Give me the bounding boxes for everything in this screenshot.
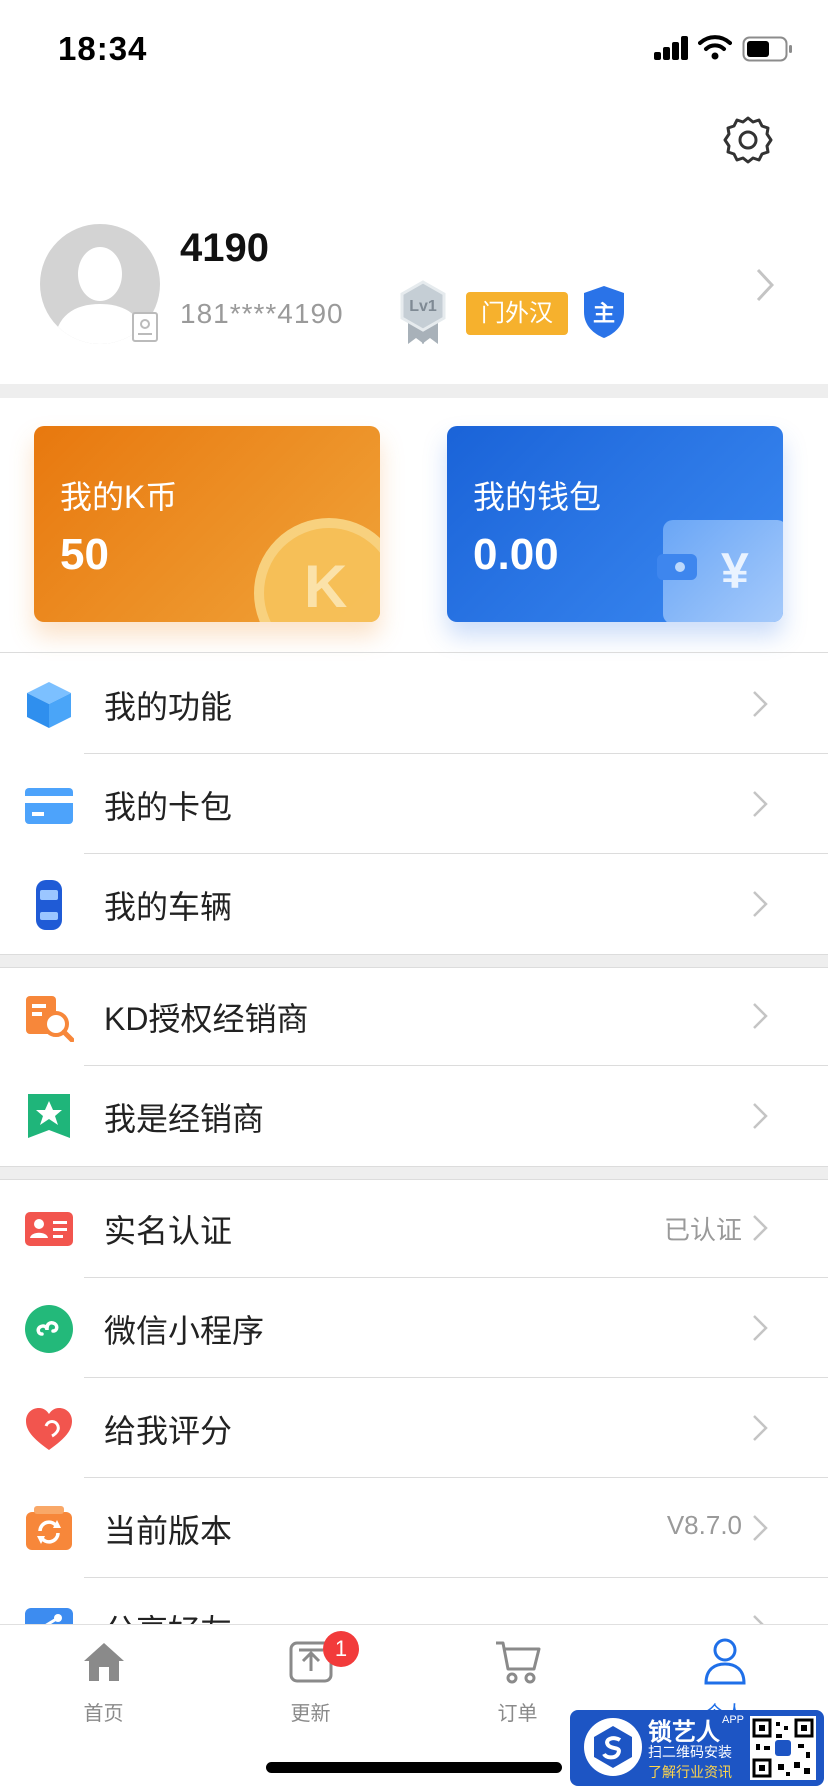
tab-label: 更新 — [290, 1703, 331, 1725]
menu-item-wechat-mini-program[interactable]: 微信小程序 — [0, 1278, 828, 1378]
star-badge-icon — [24, 1092, 74, 1142]
chevron-right-icon — [753, 1415, 768, 1441]
watermark-line1: 扫二维码安装 — [648, 1744, 732, 1760]
chevron-right-icon — [753, 1515, 768, 1541]
tab-label: 首页 — [83, 1703, 124, 1725]
chevron-right-icon — [753, 1315, 768, 1341]
menu-item-label: 我是经销商 — [104, 1101, 265, 1137]
heart-icon — [24, 1404, 74, 1454]
menu-item-share-friends[interactable]: 分享好友 — [0, 1578, 828, 1624]
refresh-icon — [24, 1504, 74, 1554]
menu-item-label: KD授权经销商 — [104, 1001, 309, 1037]
coin-icon: K — [254, 518, 380, 622]
owner-badge-text: 主 — [592, 301, 615, 326]
wallet-title: 我的钱包 — [473, 479, 602, 515]
menu-item-kd-authorized-dealer[interactable]: KD授权经销商 — [0, 966, 828, 1066]
certified-search-icon — [24, 992, 75, 1043]
watermark-logo-icon — [584, 1718, 642, 1776]
owner-shield-badge: 主 — [582, 284, 626, 340]
watermark-superscript: APP — [722, 1714, 745, 1726]
battery-icon — [742, 36, 794, 67]
chevron-right-icon — [753, 1215, 768, 1241]
mini-program-icon — [24, 1304, 74, 1354]
person-icon — [704, 1638, 746, 1685]
id-card-icon — [24, 1204, 74, 1254]
menu-item-label: 我的车辆 — [104, 889, 233, 925]
menu-item-my-functions[interactable]: 我的功能 — [0, 654, 828, 754]
chevron-right-icon — [753, 791, 768, 817]
tab-home[interactable]: 首页 — [0, 1625, 207, 1735]
card-icon — [24, 780, 74, 830]
version-number: V8.7.0 — [666, 1510, 742, 1540]
level-badge: Lv1 — [398, 280, 448, 346]
user-name: 4190 — [180, 226, 269, 270]
chevron-right-icon — [753, 891, 768, 917]
update-count-badge: 1 — [323, 1631, 359, 1667]
cart-icon — [496, 1641, 541, 1684]
menu-item-label: 实名认证 — [104, 1213, 233, 1249]
status-time: 18:34 — [58, 30, 148, 67]
car-icon — [24, 880, 74, 930]
menu-item-i-am-dealer[interactable]: 我是经销商 — [0, 1066, 828, 1166]
watermark-banner: 锁艺人 APP 扫二维码安装 了解行业资讯 — [570, 1710, 824, 1786]
menu-item-current-version[interactable]: 当前版本 V8.7.0 — [0, 1478, 828, 1578]
wallet-card[interactable]: 我的钱包 0.00 ¥ — [447, 426, 783, 622]
verification-status: 已认证 — [663, 1215, 742, 1245]
home-indicator — [266, 1762, 562, 1773]
menu-item-real-name-verification[interactable]: 实名认证 已认证 — [0, 1178, 828, 1278]
qr-code-icon — [750, 1716, 816, 1780]
home-icon — [84, 1643, 124, 1681]
wifi-icon — [698, 34, 732, 65]
status-bar: 18:34 — [0, 0, 828, 100]
user-phone: 181****4190 — [180, 298, 344, 329]
level-text: Lv1 — [409, 298, 437, 315]
section-divider — [0, 384, 828, 398]
wallet-icon: ¥ — [657, 520, 783, 622]
menu-item-label: 当前版本 — [104, 1513, 233, 1549]
menu-item-rate-me[interactable]: 给我评分 — [0, 1378, 828, 1478]
chevron-right-icon — [753, 1103, 768, 1129]
tab-update[interactable]: 1 更新 — [207, 1625, 414, 1735]
menu-item-label: 微信小程序 — [104, 1313, 265, 1349]
menu-item-label: 分享好友 — [104, 1606, 232, 1624]
chevron-right-icon — [753, 1615, 764, 1624]
menu-item-label: 我的卡包 — [104, 789, 233, 825]
kcoin-value: 50 — [60, 530, 109, 579]
menu-item-label: 给我评分 — [104, 1413, 233, 1449]
menu-item-my-cards[interactable]: 我的卡包 — [0, 754, 828, 854]
kcoin-title: 我的K币 — [60, 479, 178, 515]
id-verified-icon — [132, 312, 158, 342]
wallet-value: 0.00 — [473, 530, 559, 579]
signal-icon — [654, 36, 690, 60]
settings-gear-icon[interactable] — [722, 114, 774, 166]
profile-chevron-icon[interactable] — [756, 268, 775, 307]
list-top-border — [0, 652, 828, 653]
share-icon — [24, 1604, 74, 1624]
title-badge: 门外汉 — [466, 292, 568, 335]
menu-item-my-vehicles[interactable]: 我的车辆 — [0, 854, 828, 954]
cube-icon — [24, 680, 74, 730]
chevron-right-icon — [753, 691, 768, 717]
menu-item-label: 我的功能 — [104, 689, 233, 725]
watermark-line2: 了解行业资讯 — [648, 1764, 732, 1780]
kcoin-card[interactable]: 我的K币 50 K — [34, 426, 380, 622]
chevron-right-icon — [753, 1003, 768, 1029]
